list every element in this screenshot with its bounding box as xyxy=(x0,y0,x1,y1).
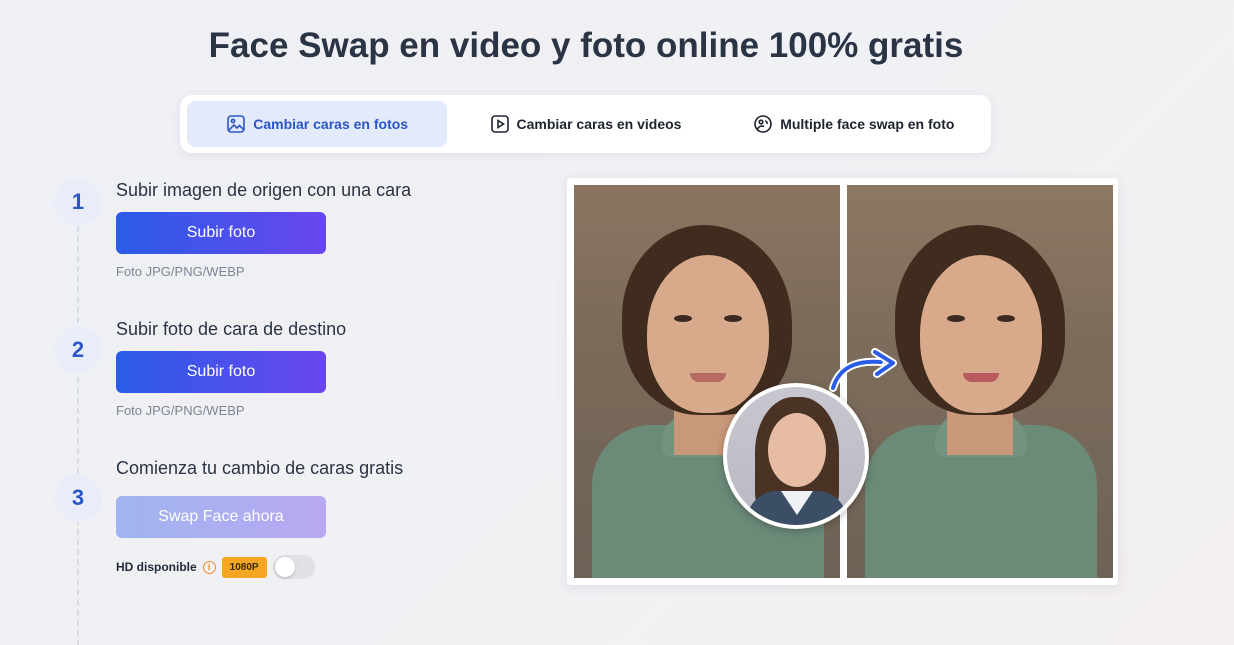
step-1-title: Subir imagen de origen con una cara xyxy=(116,180,412,200)
multi-face-icon xyxy=(754,115,772,133)
upload-target-photo-button[interactable]: Subir foto xyxy=(116,351,326,393)
step-number-1: 1 xyxy=(54,178,102,226)
step-1-hint: Foto JPG/PNG/WEBP xyxy=(116,264,245,279)
hd-toggle-knob xyxy=(274,557,295,577)
tab-multiple-face-label: Multiple face swap en foto xyxy=(780,116,955,132)
hd-label: HD disponible xyxy=(116,560,197,574)
step-2-title: Subir foto de cara de destino xyxy=(116,319,347,339)
page-title: Face Swap en video y foto online 100% gr… xyxy=(208,26,964,65)
face-swap-preview xyxy=(567,178,1118,585)
tab-multiple-face[interactable]: Multiple face swap en foto xyxy=(724,101,984,147)
tab-photos-label: Cambiar caras en fotos xyxy=(253,116,409,132)
swap-face-button[interactable]: Swap Face ahora xyxy=(116,496,326,538)
info-icon[interactable]: i xyxy=(202,560,216,574)
tab-photos[interactable]: Cambiar caras en fotos xyxy=(187,101,448,147)
image-icon xyxy=(227,115,246,133)
step-2-hint: Foto JPG/PNG/WEBP xyxy=(116,403,245,418)
hd-toggle[interactable] xyxy=(272,555,315,579)
tab-videos[interactable]: Cambiar caras en videos xyxy=(455,101,715,147)
hd-option: HD disponible i 1080P xyxy=(116,555,315,579)
step-number-2: 2 xyxy=(54,326,102,374)
steps-connector xyxy=(77,226,79,645)
step-number-3: 3 xyxy=(54,474,102,522)
swap-arrow-icon xyxy=(829,348,897,392)
play-icon xyxy=(490,115,509,133)
source-face-thumbnail xyxy=(723,383,869,529)
upload-source-photo-button[interactable]: Subir foto xyxy=(116,212,326,254)
mode-tabs: Cambiar caras en fotos Cambiar caras en … xyxy=(180,95,991,153)
resolution-badge: 1080P xyxy=(221,556,267,578)
tab-videos-label: Cambiar caras en videos xyxy=(516,116,682,132)
steps-panel: 1 Subir imagen de origen con una cara Su… xyxy=(54,178,494,645)
step-3-title: Comienza tu cambio de caras gratis xyxy=(116,458,404,478)
